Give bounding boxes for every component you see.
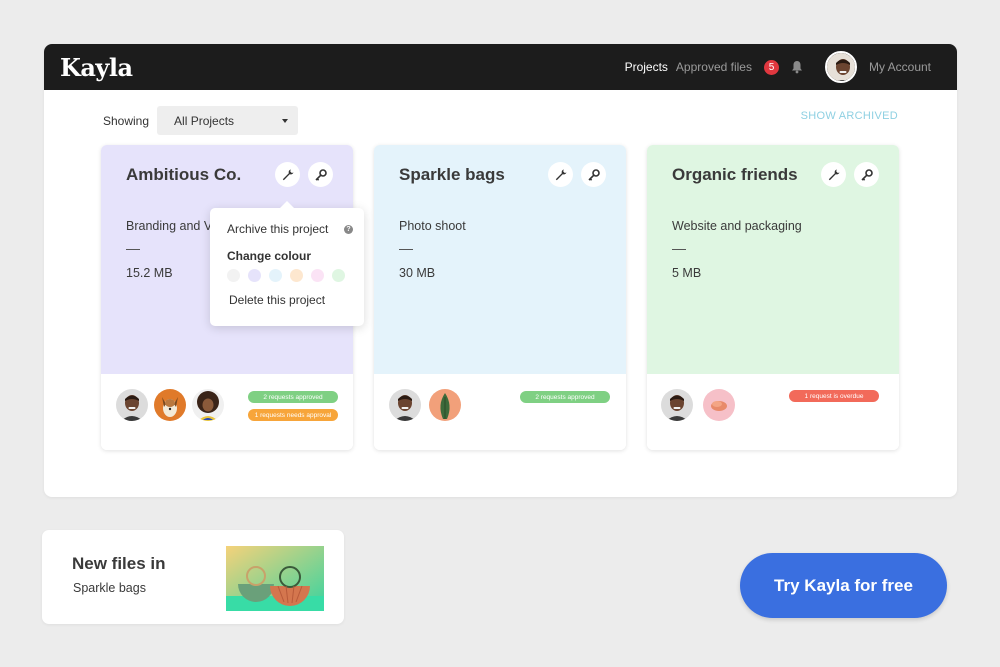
top-bar: Kayla Projects Approved files 5 My Accou… (44, 44, 957, 90)
key-icon[interactable] (308, 162, 333, 187)
project-card-sparkle-bags[interactable]: Sparkle bags Photo shoot 30 MB 2 request… (374, 145, 626, 450)
project-filter-select[interactable]: All Projects (157, 106, 299, 135)
divider-dash (126, 249, 140, 250)
wrench-icon[interactable] (275, 162, 300, 187)
project-size: 5 MB (672, 266, 702, 280)
member-avatar (703, 389, 735, 421)
delete-project-option[interactable]: Delete this project (229, 293, 325, 307)
showing-label: Showing (103, 113, 150, 128)
bags-thumbnail (226, 546, 324, 611)
project-name: Sparkle bags (399, 165, 505, 184)
wrench-icon[interactable] (548, 162, 573, 187)
colour-swatch-peach[interactable] (290, 269, 303, 282)
nav-projects[interactable]: Projects (625, 60, 668, 74)
project-name: Organic friends (672, 165, 798, 184)
try-kayla-button[interactable]: Try Kayla for free (740, 553, 947, 618)
archive-project-option[interactable]: Archive this project (227, 222, 328, 236)
project-description: Branding and V (126, 219, 213, 233)
nav-approved-files[interactable]: Approved files (676, 60, 752, 74)
colour-swatch-green[interactable] (332, 269, 345, 282)
project-filter-value: All Projects (174, 113, 235, 128)
wrench-icon[interactable] (821, 162, 846, 187)
member-avatar (661, 389, 693, 421)
status-badge-approved: 2 requests approved (248, 391, 338, 403)
project-size: 15.2 MB (126, 266, 173, 280)
my-account-link[interactable]: My Account (869, 60, 931, 74)
new-files-card[interactable]: New files in Sparkle bags (42, 530, 344, 624)
member-avatar (192, 389, 224, 421)
divider-dash (399, 249, 413, 250)
filter-row: Showing All Projects (103, 106, 299, 135)
member-avatar (429, 389, 461, 421)
show-archived-link[interactable]: SHOW ARCHIVED (801, 110, 898, 122)
project-size: 30 MB (399, 266, 436, 280)
new-files-project: Sparkle bags (73, 581, 146, 595)
status-badge-overdue: 1 request is overdue (789, 390, 879, 402)
project-card-header: Organic friends Website and packaging 5 … (647, 145, 899, 374)
project-card-header: Sparkle bags Photo shoot 30 MB (374, 145, 626, 374)
member-avatar (389, 389, 421, 421)
project-card-footer: 1 request is overdue (647, 374, 899, 450)
top-nav: Projects Approved files 5 My Account (625, 51, 941, 83)
bell-icon[interactable] (789, 59, 805, 75)
colour-swatch-blue[interactable] (269, 269, 282, 282)
divider-dash (672, 249, 686, 250)
kayla-logo[interactable]: Kayla (60, 53, 133, 82)
project-description: Website and packaging (672, 219, 802, 233)
new-files-title: New files in (72, 554, 166, 573)
status-badge-approved: 2 requests approved (520, 391, 610, 403)
account-avatar[interactable] (824, 51, 857, 83)
colour-swatch-lavender[interactable] (248, 269, 261, 282)
project-name: Ambitious Co. (126, 165, 242, 184)
project-options-popover: Archive this project ? Change colour Del… (210, 201, 364, 326)
change-colour-heading: Change colour (227, 249, 312, 263)
key-icon[interactable] (581, 162, 606, 187)
colour-swatch-pink[interactable] (311, 269, 324, 282)
status-badge-needs-approval: 1 requests needs approval (248, 409, 338, 421)
help-icon[interactable]: ? (344, 225, 353, 234)
key-icon[interactable] (854, 162, 879, 187)
project-card-footer: 2 requests approved 1 requests needs app… (101, 374, 353, 450)
member-avatar (116, 389, 148, 421)
colour-swatch-grey[interactable] (227, 269, 240, 282)
project-description: Photo shoot (399, 219, 466, 233)
app-window: Kayla Projects Approved files 5 My Accou… (44, 44, 957, 497)
project-card-organic-friends[interactable]: Organic friends Website and packaging 5 … (647, 145, 899, 450)
project-card-footer: 2 requests approved (374, 374, 626, 450)
member-avatar (154, 389, 186, 421)
caret-down-icon (282, 119, 289, 123)
notification-count-badge[interactable]: 5 (763, 59, 779, 75)
